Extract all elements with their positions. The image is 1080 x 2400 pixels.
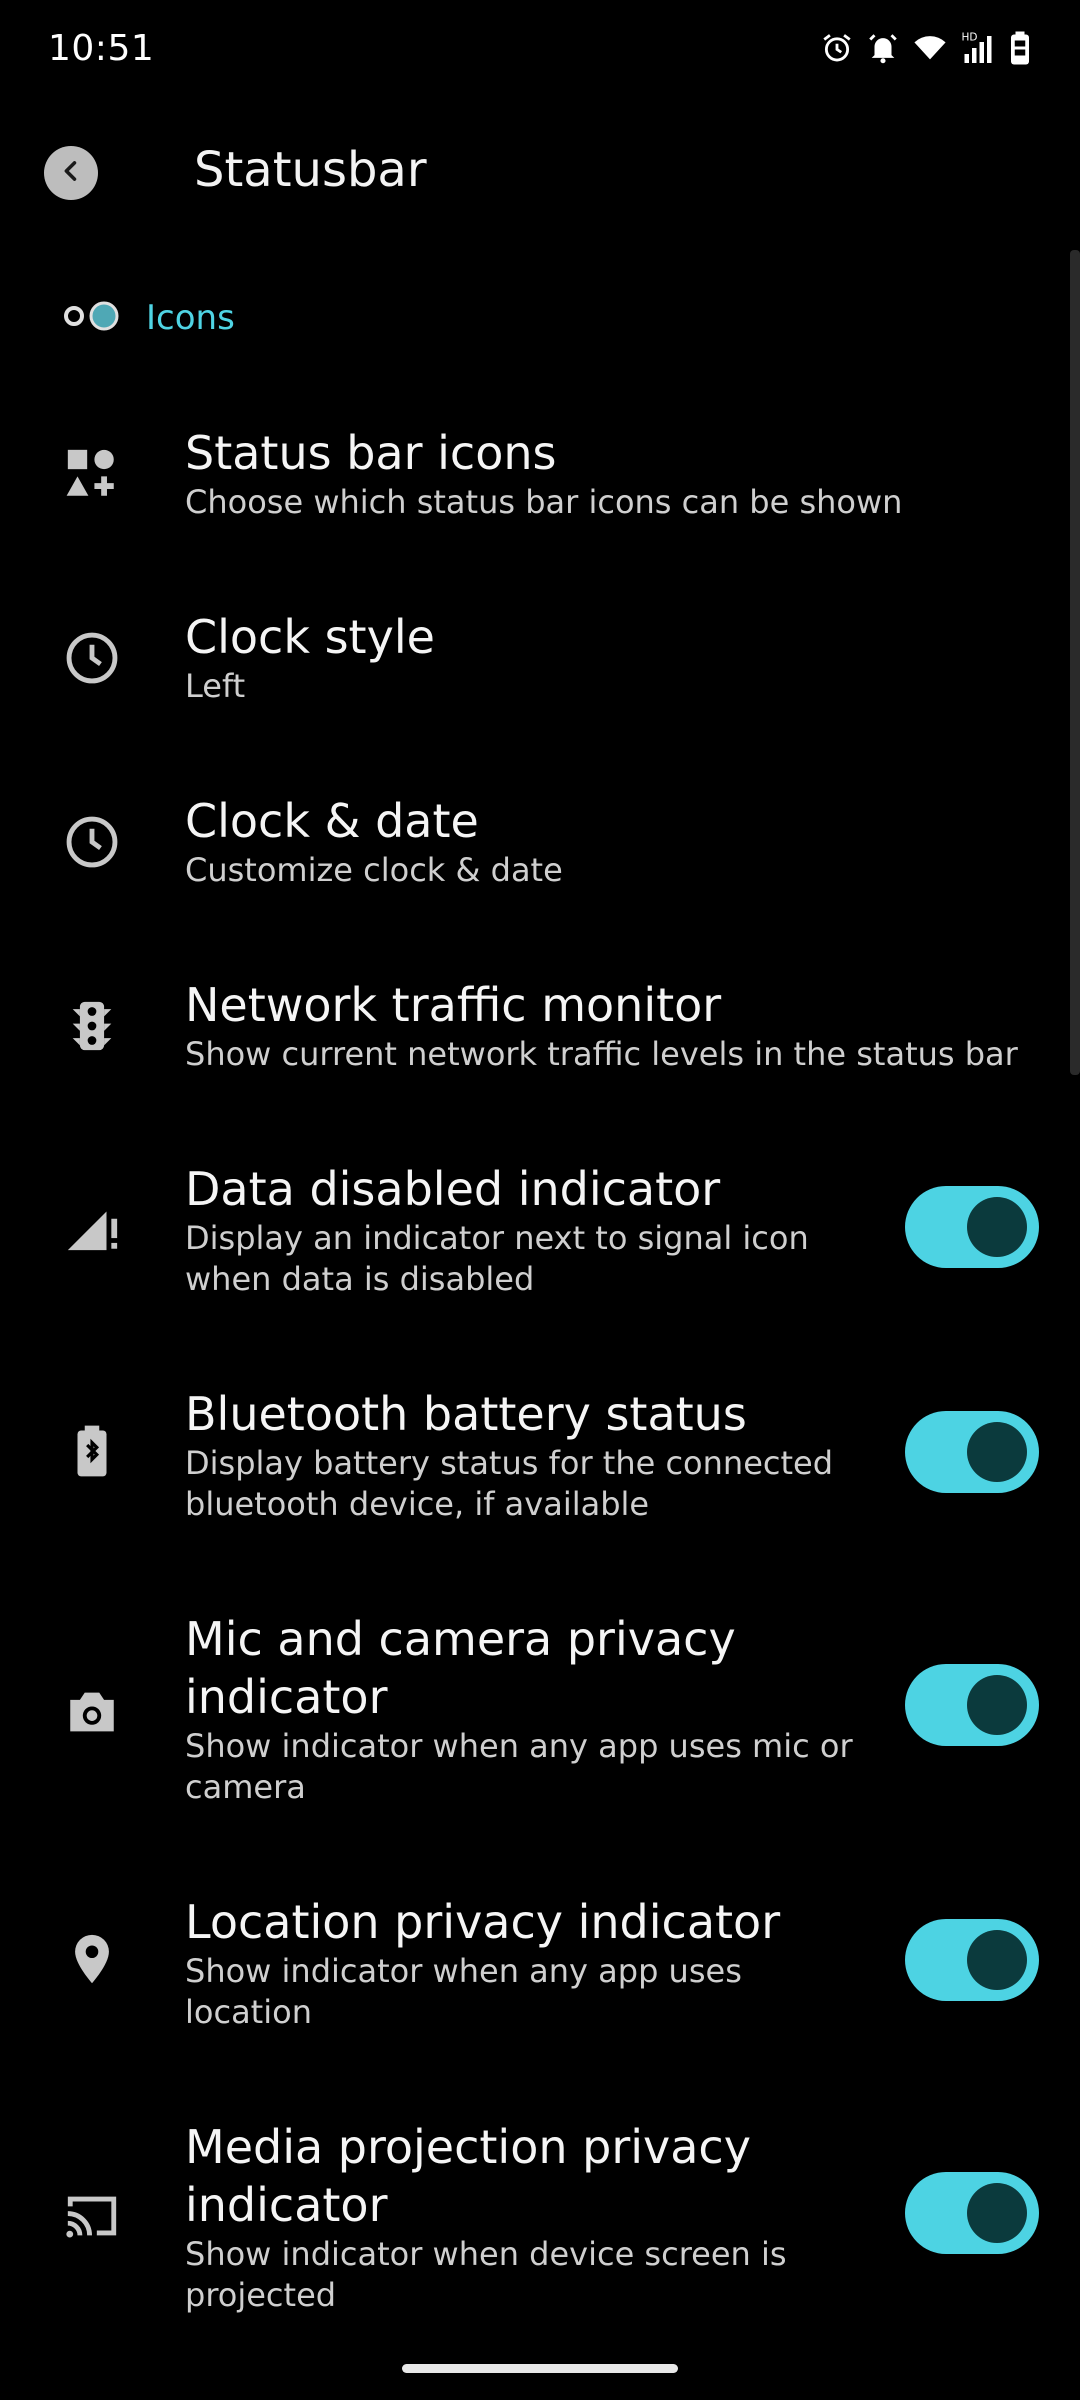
pref-summary: Show indicator when any app uses [185, 1952, 742, 1990]
pref-summary: when data is disabled [185, 1260, 535, 1298]
pref-location-privacy-indicator[interactable]: Location privacy indicator Show indicato… [0, 1889, 1080, 2039]
pref-bluetooth-battery-status[interactable]: Bluetooth battery status Display battery… [0, 1381, 1080, 1531]
wifi-icon [912, 31, 948, 65]
pref-title: Data disabled indicator [185, 1162, 721, 1216]
pref-title: Location privacy indicator [185, 1895, 781, 1949]
location-pin-icon [60, 1927, 124, 1991]
pref-title: Status bar icons [185, 426, 557, 480]
cast-icon [60, 2184, 124, 2248]
pref-title: Network traffic monitor [185, 978, 722, 1032]
status-dots-icon [62, 296, 124, 340]
pref-summary: camera [185, 1768, 306, 1806]
data-disabled-indicator-switch[interactable] [905, 1186, 1039, 1268]
pref-text: Status bar icons Choose which status bar… [185, 424, 1045, 523]
pref-text: Location privacy indicator Show indicato… [185, 1893, 865, 2033]
pref-title: Clock style [185, 610, 435, 664]
pref-summary: Show indicator when any app uses mic or [185, 1727, 853, 1765]
pref-media-projection-privacy-indicator[interactable]: Media projection privacy indicator Show … [0, 2114, 1080, 2324]
app-bar: Statusbar [0, 120, 1080, 225]
pref-status-bar-icons[interactable]: Status bar icons Choose which status bar… [0, 420, 1080, 540]
pref-title: Bluetooth battery status [185, 1387, 747, 1441]
pref-summary: Display battery status for the connected [185, 1444, 834, 1482]
back-arrow-icon [57, 157, 85, 189]
mic-camera-privacy-indicator-switch[interactable] [905, 1664, 1039, 1746]
pref-title: indicator [185, 2178, 388, 2232]
signal-alert-icon [60, 1194, 124, 1258]
section-title: Icons [146, 298, 235, 338]
pref-data-disabled-indicator[interactable]: Data disabled indicator Display an indic… [0, 1156, 1080, 1306]
pref-text: Mic and camera privacy indicator Show in… [185, 1610, 865, 1808]
media-projection-privacy-indicator-switch[interactable] [905, 2172, 1039, 2254]
hd-signal-icon: HD [960, 30, 996, 66]
alarm-icon [820, 31, 854, 65]
shapes-icon [60, 442, 124, 506]
pref-summary: Display an indicator next to signal icon [185, 1219, 809, 1257]
switch-thumb [967, 1197, 1027, 1257]
pref-summary: Show indicator when device screen is [185, 2235, 787, 2273]
pref-network-traffic-monitor[interactable]: Network traffic monitor Show current net… [0, 972, 1080, 1092]
back-button[interactable] [44, 146, 98, 200]
traffic-light-icon [60, 994, 124, 1058]
switch-thumb [967, 1675, 1027, 1735]
pref-text: Bluetooth battery status Display battery… [185, 1385, 865, 1525]
bluetooth-battery-status-switch[interactable] [905, 1411, 1039, 1493]
status-time: 10:51 [48, 28, 155, 69]
pref-text: Media projection privacy indicator Show … [185, 2118, 865, 2316]
pref-mic-camera-privacy-indicator[interactable]: Mic and camera privacy indicator Show in… [0, 1606, 1080, 1816]
status-bar: 10:51 HD [0, 0, 1080, 100]
pref-text: Clock & date Customize clock & date [185, 792, 1045, 891]
pref-text: Clock style Left [185, 608, 1045, 707]
pref-summary: Show current network traffic levels in t… [185, 1035, 1018, 1073]
pref-summary: Choose which status bar icons can be sho… [185, 483, 903, 521]
switch-thumb [967, 1422, 1027, 1482]
page-title: Statusbar [194, 142, 427, 198]
pref-clock-date[interactable]: Clock & date Customize clock & date [0, 788, 1080, 908]
section-header-icons: Icons [62, 296, 235, 340]
pref-title: indicator [185, 1670, 388, 1724]
pref-title: Media projection privacy [185, 2120, 751, 2174]
pref-summary: bluetooth device, if available [185, 1485, 650, 1523]
pref-text: Data disabled indicator Display an indic… [185, 1160, 865, 1300]
battery-icon [1008, 30, 1032, 66]
pref-text: Network traffic monitor Show current net… [185, 976, 1065, 1075]
bluetooth-battery-icon [60, 1419, 124, 1483]
clock-icon [60, 810, 124, 874]
switch-thumb [967, 1930, 1027, 1990]
pref-title: Mic and camera privacy [185, 1612, 736, 1666]
pref-summary: projected [185, 2276, 337, 2314]
notification-bell-icon [866, 31, 900, 65]
pref-title: Clock & date [185, 794, 479, 848]
pref-summary: Customize clock & date [185, 851, 563, 889]
camera-icon [60, 1680, 124, 1744]
location-privacy-indicator-switch[interactable] [905, 1919, 1039, 2001]
clock-icon [60, 626, 124, 690]
status-icons: HD [820, 30, 1032, 66]
navigation-handle[interactable] [402, 2364, 678, 2373]
pref-summary: location [185, 1993, 312, 2031]
svg-text:HD: HD [962, 32, 978, 44]
pref-clock-style[interactable]: Clock style Left [0, 604, 1080, 724]
pref-summary: Left [185, 667, 246, 705]
switch-thumb [967, 2183, 1027, 2243]
